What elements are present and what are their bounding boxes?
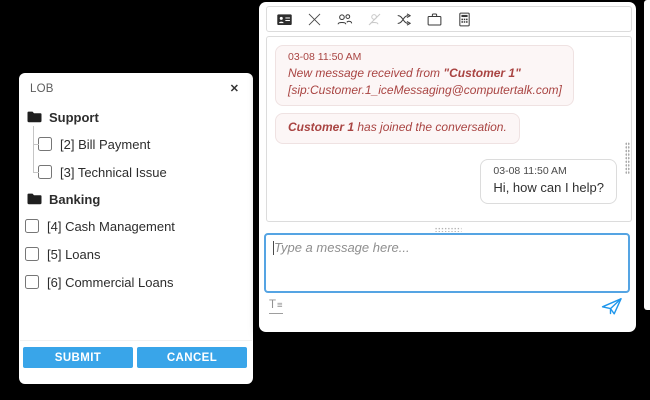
- message-timestamp: 03-08 11:50 AM: [288, 51, 561, 63]
- message-text: New message received from "Customer 1": [288, 65, 561, 82]
- chat-toolbar: [266, 6, 632, 32]
- chat-window: 03-08 11:50 AM New message received from…: [259, 2, 636, 332]
- tree-item-label: [2] Bill Payment: [60, 137, 150, 152]
- lob-button-row: SUBMIT CANCEL: [23, 347, 247, 368]
- send-icon[interactable]: [601, 297, 623, 316]
- cancel-button[interactable]: CANCEL: [137, 347, 247, 368]
- remove-participant-icon: [366, 11, 383, 28]
- lob-title: LOB: [30, 83, 54, 95]
- lob-dialog: LOB ✕ Support [2] Bill Payment [3] Techn…: [19, 73, 253, 384]
- message-text: Customer 1 has joined the conversation.: [288, 119, 507, 136]
- contact-card-icon[interactable]: [276, 11, 293, 28]
- briefcase-icon[interactable]: [426, 11, 443, 28]
- composer: [264, 233, 630, 293]
- tree-connector: [33, 144, 39, 145]
- message-timestamp: 03-08 11:50 AM: [493, 165, 604, 177]
- close-icon[interactable]: ✕: [228, 83, 241, 96]
- tree-children-support: [2] Bill Payment [3] Technical Issue: [25, 130, 245, 186]
- checkbox-loans[interactable]: [25, 247, 39, 261]
- tree-item-commercial-loans: [6] Commercial Loans: [25, 268, 245, 296]
- tree-item-technical-issue: [3] Technical Issue: [25, 158, 245, 186]
- end-chat-icon[interactable]: [306, 11, 323, 28]
- system-message-joined: Customer 1 has joined the conversation.: [275, 113, 520, 144]
- checkbox-technical-issue[interactable]: [38, 165, 52, 179]
- message-input[interactable]: [266, 235, 628, 291]
- checkbox-commercial-loans[interactable]: [25, 275, 39, 289]
- submit-button[interactable]: SUBMIT: [23, 347, 133, 368]
- lob-tree: Support [2] Bill Payment [3] Technical I…: [19, 96, 253, 296]
- transfer-icon[interactable]: [396, 11, 413, 28]
- tree-item-label: [4] Cash Management: [47, 219, 175, 234]
- tree-item-bill-payment: [2] Bill Payment: [25, 130, 245, 158]
- tree-connector: [33, 172, 39, 173]
- system-message-incoming: 03-08 11:50 AM New message received from…: [275, 45, 574, 106]
- tree-connector: [33, 126, 34, 172]
- tree-item-label: [5] Loans: [47, 247, 101, 262]
- tree-folder-support[interactable]: Support: [25, 104, 245, 130]
- agent-message: 03-08 11:50 AM Hi, how can I help?: [480, 159, 617, 205]
- splitter-resize-grip[interactable]: [434, 227, 461, 232]
- divider: [20, 340, 252, 341]
- tree-item-loans: [5] Loans: [25, 240, 245, 268]
- tree-folder-label: Banking: [49, 192, 100, 207]
- message-list: 03-08 11:50 AM New message received from…: [266, 36, 632, 222]
- customer-name: Customer 1: [288, 120, 354, 134]
- checkbox-bill-payment[interactable]: [38, 137, 52, 151]
- checkbox-cash-management[interactable]: [25, 219, 39, 233]
- tree-item-cash-management: [4] Cash Management: [25, 212, 245, 240]
- text-format-icon[interactable]: T≡: [269, 300, 283, 314]
- vertical-resize-grip[interactable]: [625, 142, 630, 174]
- message-text: Hi, how can I help?: [493, 179, 604, 197]
- customer-name: "Customer 1": [443, 66, 520, 80]
- dialpad-icon[interactable]: [456, 11, 473, 28]
- folder-icon: [27, 111, 42, 123]
- tree-folder-label: Support: [49, 110, 99, 125]
- tree-item-label: [6] Commercial Loans: [47, 275, 173, 290]
- tree-folder-banking[interactable]: Banking: [25, 186, 245, 212]
- folder-icon: [27, 193, 42, 205]
- tree-item-label: [3] Technical Issue: [60, 165, 167, 180]
- sip-address: [sip:Customer.1_iceMessaging@computertal…: [288, 82, 561, 99]
- background-window-edge: [644, 0, 650, 310]
- text-caret: [273, 241, 274, 255]
- lob-header: LOB ✕: [19, 73, 253, 96]
- conference-icon[interactable]: [336, 11, 353, 28]
